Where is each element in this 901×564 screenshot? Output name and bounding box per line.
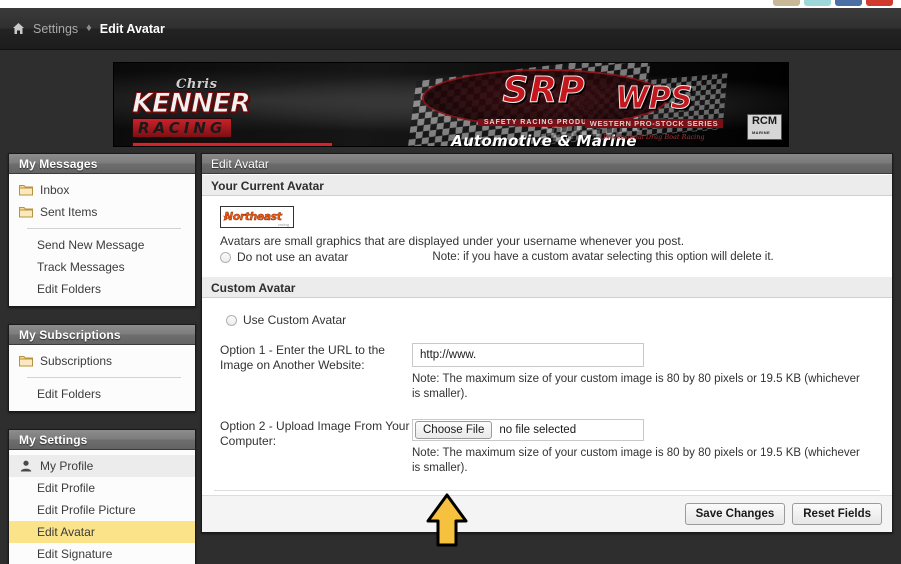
banner-sponsor-wps: WPS WESTERN PRO-STOCK SERIES Professiona… (564, 81, 744, 141)
section-header-custom-avatar: Custom Avatar (202, 276, 892, 298)
chrome-swatch-1 (804, 0, 831, 6)
sidebar-item-label: Edit Signature (37, 547, 113, 561)
sidebar-item-subscriptions[interactable]: Subscriptions (9, 350, 195, 372)
breadcrumb-settings-link[interactable]: Settings (33, 22, 78, 36)
sidebar-item-label: Edit Profile Picture (37, 503, 136, 517)
sidebar-item-edit-signature[interactable]: Edit Signature (9, 543, 195, 564)
sidebar-divider (27, 377, 181, 378)
avatar-logo-text: Northeast (224, 210, 282, 223)
breadcrumb: Settings ♦ Edit Avatar (12, 22, 165, 36)
option1-note: Note: The maximum size of your custom im… (412, 373, 860, 400)
content-panel: Edit Avatar Your Current Avatar ➤ Northe… (201, 153, 893, 533)
avatar-url-input[interactable] (412, 343, 644, 367)
sidebar-item-label: Subscriptions (40, 354, 113, 368)
sidebar-item-label: Inbox (40, 183, 70, 197)
sidebar-block: My Subscriptions Subscriptions Edit Folder… (8, 324, 196, 412)
page-body: Chris KENNER RACING +1 530 592 6885 SRP … (0, 50, 901, 564)
sidebar-item-edit-folders[interactable]: Edit Folders (9, 383, 195, 405)
home-icon[interactable] (12, 22, 25, 35)
sidebar-block: My Messages Inbox Sent Items Send New Messa… (8, 153, 196, 307)
panel-title: Edit Avatar (202, 154, 892, 174)
panel-footer: Save Changes Reset Fields (202, 495, 892, 532)
wps-name: WPS (615, 81, 693, 116)
radio-no-avatar-label: Do not use an avatar (237, 250, 349, 264)
sidebar-item-edit-folders[interactable]: Edit Folders (9, 278, 195, 300)
kenner-phone: +1 530 592 6885 (132, 142, 333, 146)
sidebar-item-sent-items[interactable]: Sent Items (9, 201, 195, 223)
sidebar-item-label: Edit Folders (37, 282, 102, 296)
sidebar-item-my-profile[interactable]: My Profile (9, 455, 195, 477)
option1-row: Option 1 - Enter the URL to the Image on… (214, 343, 880, 402)
sidebar-item-send-new-message[interactable]: Send New Message (9, 234, 195, 256)
folder-icon (19, 206, 33, 218)
sidebar-block-title: My Settings (9, 430, 195, 450)
no-avatar-row[interactable]: Do not use an avatar Note: if you have a… (220, 250, 880, 264)
sidebar-item-edit-profile[interactable]: Edit Profile (9, 477, 195, 499)
rcm-badge: RCM MARINE (746, 114, 782, 140)
wps-sub2: Professional Drag Boat Racing (603, 133, 705, 141)
sidebar-block-title: My Subscriptions (9, 325, 195, 345)
custom-avatar-body: Use Custom Avatar Option 1 - Enter the U… (202, 298, 892, 495)
user-icon (19, 460, 33, 472)
sponsor-banner[interactable]: Chris KENNER RACING +1 530 592 6885 SRP … (113, 62, 789, 147)
selected-file-name: no file selected (499, 424, 577, 436)
rcm-badge-text: RCM (751, 115, 777, 127)
avatar-logo-tag: racing (278, 222, 289, 227)
radio-use-custom-avatar[interactable] (226, 314, 237, 326)
avatar-description: Avatars are small graphics that are disp… (220, 234, 685, 248)
chrome-swatch-3 (866, 0, 893, 6)
reset-fields-button[interactable]: Reset Fields (792, 503, 882, 525)
current-avatar-body: ➤ Northeast racing Avatars are small gra… (202, 196, 892, 276)
use-custom-avatar-row[interactable]: Use Custom Avatar (226, 313, 880, 327)
chrome-swatch-0 (773, 0, 800, 6)
sidebar-item-label: Send New Message (37, 238, 145, 252)
wps-sub: WESTERN PRO-STOCK SERIES (584, 119, 724, 128)
kenner-name: KENNER (132, 88, 252, 119)
option2-field-group: Choose File no file selected Note: The m… (412, 419, 880, 476)
sidebar-divider (27, 228, 181, 229)
folder-icon (19, 355, 33, 367)
form-divider (214, 490, 880, 491)
sidebar: My Messages Inbox Sent Items Send New Messa… (8, 153, 196, 564)
kenner-sub: RACING (132, 118, 233, 138)
breadcrumb-separator-icon: ♦ (86, 22, 92, 34)
top-bar: Settings ♦ Edit Avatar (0, 8, 901, 50)
section-header-current-avatar: Your Current Avatar (202, 174, 892, 196)
banner-sponsor-kenner: Chris KENNER RACING +1 530 592 6885 (132, 77, 382, 146)
sidebar-block-title: My Messages (9, 154, 195, 174)
option2-note: Note: The maximum size of your custom im… (412, 447, 860, 474)
sidebar-block-body: Inbox Sent Items Send New Message Track Mes… (9, 174, 195, 306)
file-input-row[interactable]: Choose File no file selected (412, 419, 644, 441)
option1-label: Option 1 - Enter the URL to the Image on… (220, 343, 385, 372)
option2-label: Option 2 - Upload Image From Your Comput… (220, 419, 410, 448)
option2-row: Option 2 - Upload Image From Your Comput… (214, 419, 880, 476)
breadcrumb-current: Edit Avatar (99, 21, 165, 36)
sidebar-item-inbox[interactable]: Inbox (9, 179, 195, 201)
sidebar-item-edit-profile-picture[interactable]: Edit Profile Picture (9, 499, 195, 521)
sidebar-item-track-messages[interactable]: Track Messages (9, 256, 195, 278)
folder-icon (19, 184, 33, 196)
browser-tab-colors (773, 0, 893, 6)
chrome-swatch-2 (835, 0, 862, 6)
sidebar-block-body: Subscriptions Edit Folders (9, 345, 195, 411)
sidebar-item-label: My Profile (40, 459, 94, 473)
radio-use-custom-avatar-label: Use Custom Avatar (243, 313, 347, 327)
current-avatar-image: ➤ Northeast racing (220, 206, 294, 228)
option1-field-group: Note: The maximum size of your custom im… (412, 343, 880, 402)
choose-file-button[interactable]: Choose File (415, 421, 493, 439)
radio-no-avatar[interactable] (220, 251, 231, 263)
sidebar-item-label: Edit Folders (37, 387, 102, 401)
sidebar-item-label: Sent Items (40, 205, 98, 219)
sidebar-item-label: Edit Avatar (37, 525, 95, 539)
save-changes-button[interactable]: Save Changes (684, 503, 786, 525)
no-avatar-note: Note: if you have a custom avatar select… (432, 251, 774, 263)
screen: Settings ♦ Edit Avatar Chris KENNER RACI… (0, 0, 901, 564)
sidebar-block-body: My Profile Edit Profile Edit Profile Pictu… (9, 450, 195, 564)
sidebar-item-label: Track Messages (37, 260, 125, 274)
browser-chrome-strip (0, 0, 901, 8)
sidebar-block: My Settings My Profile Edit Profile Edit Pr… (8, 429, 196, 564)
sidebar-item-label: Edit Profile (37, 481, 96, 495)
rcm-badge-sub: MARINE (751, 130, 771, 135)
sidebar-item-edit-avatar[interactable]: Edit Avatar (9, 521, 195, 543)
